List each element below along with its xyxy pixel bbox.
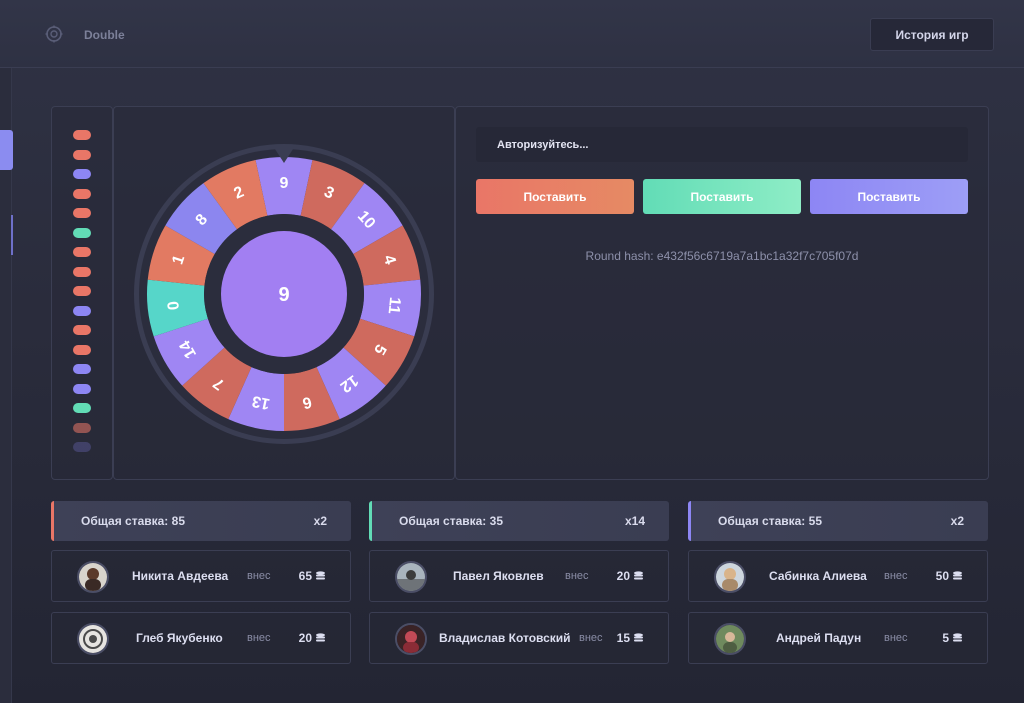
player-name: Сабинка Алиева [769, 569, 867, 583]
gear-logo-icon[interactable] [45, 25, 63, 43]
total-bet-label: Общая ставка: 55 [718, 514, 823, 528]
coins-icon [316, 571, 325, 580]
bet-amount: 15 [617, 631, 644, 645]
history-green-pill [73, 403, 91, 413]
roulette-wheel: 9 3104115126137140182 9 [134, 144, 434, 444]
wheel-segment-label: 0 [165, 300, 183, 311]
bet-action: внес [579, 632, 603, 644]
bet-amount: 5 [942, 631, 963, 645]
history-purple-pill [73, 442, 91, 452]
wheel-segment-label: 9 [280, 175, 289, 192]
bet-purple-button[interactable]: Поставить [810, 179, 968, 214]
player-row: Андрей Падун внес 5 [688, 612, 988, 664]
history-red-pill [73, 266, 91, 277]
bet-amount: 20 [617, 569, 644, 583]
player-row: Глеб Якубенко внес 20 [51, 612, 351, 664]
history-red-pill [73, 208, 91, 218]
player-name: Владислав Котовский [439, 631, 571, 645]
avatar [714, 561, 746, 593]
player-row: Владислав Котовский внес 15 [369, 612, 669, 664]
history-red-pill [73, 344, 91, 355]
total-bet-green: Общая ставка: 35 x14 [369, 501, 669, 541]
avatar [77, 561, 109, 593]
total-bet-purple: Общая ставка: 55 x2 [688, 501, 988, 541]
player-name: Никита Авдеева [132, 569, 229, 583]
wheel-segment-label: 11 [385, 296, 404, 315]
coins-icon [953, 633, 962, 642]
bet-action: внес [884, 632, 908, 644]
bet-green-button[interactable]: Поставить [643, 179, 801, 214]
player-row: Сабинка Алиева внес 50 [688, 550, 988, 602]
history-purple-pill [73, 169, 91, 179]
multiplier: x2 [313, 514, 327, 528]
wheel-segment-label: 13 [250, 392, 271, 412]
roll-history [51, 106, 113, 480]
multiplier: x2 [950, 514, 964, 528]
bet-panel [455, 106, 989, 480]
player-row: Павел Яковлев внес 20 [369, 550, 669, 602]
game-history-button[interactable]: История игр [870, 18, 994, 51]
history-red-pill [73, 188, 91, 199]
bet-action: внес [247, 570, 271, 582]
sidebar-active-tab[interactable] [0, 130, 13, 170]
history-red-pill [73, 325, 91, 335]
player-row: Никита Авдеева внес 65 [51, 550, 351, 602]
round-hash: Round hash: e432f56c6719a7a1bc1a32f7c705… [585, 249, 859, 263]
avatar [714, 623, 746, 655]
player-name: Глеб Якубенко [136, 631, 223, 645]
coins-icon [316, 633, 325, 642]
player-name: Андрей Падун [776, 631, 862, 645]
game-title: Double [84, 28, 125, 42]
avatar [395, 623, 427, 655]
history-red-pill [73, 149, 91, 160]
history-purple-pill [73, 364, 91, 374]
sidebar-indicator [11, 215, 13, 255]
bet-amount: 65 [299, 569, 326, 583]
history-purple-pill [73, 383, 91, 394]
auth-prompt[interactable]: Авторизуйтесь... [476, 127, 968, 162]
avatar [395, 561, 427, 593]
coins-icon [634, 633, 643, 642]
coins-icon [953, 571, 962, 580]
bet-action: внес [565, 570, 589, 582]
bet-red-button[interactable]: Поставить [476, 179, 634, 214]
history-red-pill [73, 247, 91, 257]
top-bar: Double История игр [0, 0, 1024, 68]
coins-icon [634, 571, 643, 580]
history-red-pill [73, 422, 91, 433]
bet-amount: 50 [936, 569, 963, 583]
history-red-pill [73, 286, 91, 296]
avatar [77, 623, 109, 655]
player-name: Павел Яковлев [453, 569, 544, 583]
total-bet-red: Общая ставка: 85 x2 [51, 501, 351, 541]
total-bet-label: Общая ставка: 35 [399, 514, 504, 528]
bet-action: внес [247, 632, 271, 644]
total-bet-label: Общая ставка: 85 [81, 514, 186, 528]
bet-action: внес [884, 570, 908, 582]
history-red-pill [73, 130, 91, 140]
multiplier: x14 [624, 514, 645, 528]
wheel-center-value: 9 [278, 284, 289, 306]
history-purple-pill [73, 305, 91, 316]
bet-amount: 20 [299, 631, 326, 645]
history-green-pill [73, 227, 91, 238]
